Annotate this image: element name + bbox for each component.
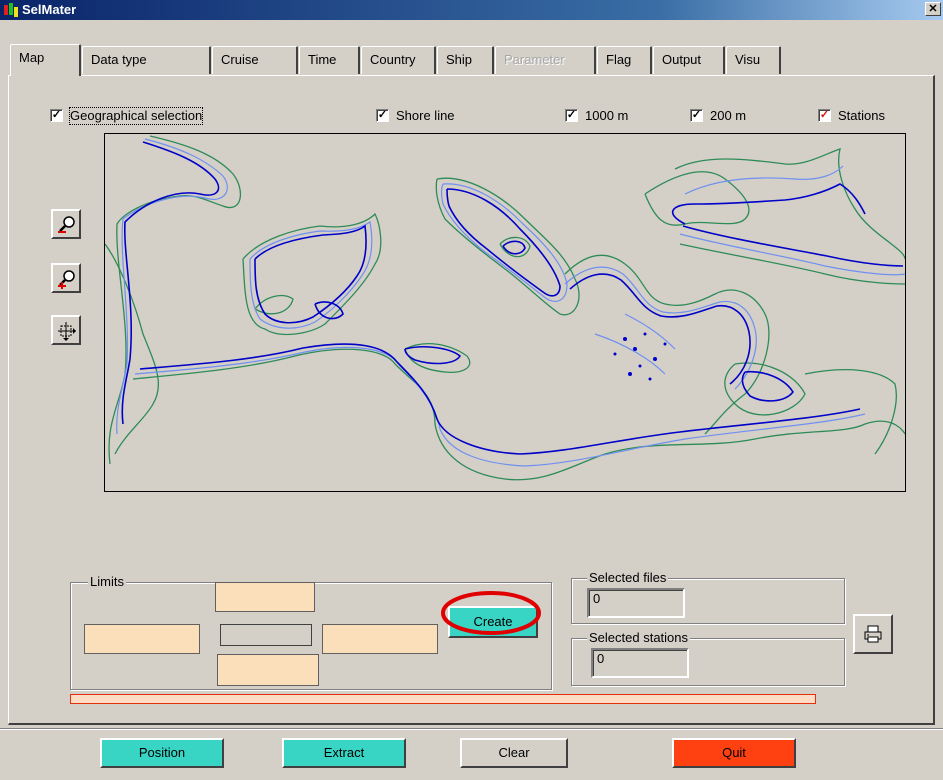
close-button[interactable]: ✕: [925, 2, 941, 16]
selected-stations-title: Selected stations: [587, 630, 691, 645]
progress-bar: [70, 694, 816, 704]
tab-cruise[interactable]: Cruise: [212, 46, 298, 74]
bottom-separator: [0, 728, 943, 730]
quit-button[interactable]: Quit: [672, 738, 796, 768]
checkbox-check-icon: ✓: [565, 109, 578, 122]
tab-parameter[interactable]: Parameter: [495, 46, 596, 74]
north-limit-input[interactable]: [215, 582, 315, 612]
tab-visu[interactable]: Visu: [726, 46, 781, 74]
pan-button[interactable]: [51, 315, 81, 345]
window-title: SelMater: [22, 2, 77, 17]
east-limit-input[interactable]: [322, 624, 438, 654]
zoom-out-icon: [58, 216, 75, 233]
app-icon: [4, 3, 18, 17]
checkbox-check-icon: ✓: [50, 109, 63, 122]
position-button[interactable]: Position: [100, 738, 224, 768]
200m-checkbox[interactable]: ✓ 200 m: [690, 108, 770, 124]
checkbox-check-icon: ✓: [690, 109, 703, 122]
aegean-islands: [613, 332, 667, 381]
print-button[interactable]: [853, 614, 893, 654]
pan-icon: [58, 322, 76, 341]
isobath-200m: [116, 138, 906, 467]
zoom-in-icon: [58, 270, 75, 289]
tab-ship[interactable]: Ship: [437, 46, 494, 74]
geographical-selection-checkbox[interactable]: ✓ Geographical selection: [50, 107, 240, 125]
isobath-1000m: [104, 135, 906, 481]
tab-data-type[interactable]: Data type: [82, 46, 211, 74]
tab-output[interactable]: Output: [653, 46, 725, 74]
selected-stations-count: 0: [591, 648, 689, 678]
tab-map[interactable]: Map: [10, 44, 81, 76]
shore-line-checkbox[interactable]: ✓ Shore line: [376, 108, 486, 124]
south-limit-input[interactable]: [217, 654, 319, 686]
close-icon: ✕: [928, 3, 938, 15]
checkbox-check-icon: ✓: [376, 109, 389, 122]
selected-files-title: Selected files: [587, 570, 669, 585]
limits-title: Limits: [88, 574, 126, 589]
west-limit-input[interactable]: [84, 624, 200, 654]
selmater-window: SelMater ✕ Map Data type Cruise Time Cou…: [0, 0, 943, 780]
1000m-checkbox[interactable]: ✓ 1000 m: [565, 108, 655, 124]
tab-country[interactable]: Country: [361, 46, 436, 74]
printer-icon: [864, 625, 882, 643]
checkbox-check-icon: ✓: [818, 109, 831, 122]
annotation-highlight-circle: [441, 591, 541, 635]
title-bar[interactable]: SelMater ✕: [0, 0, 943, 20]
zoom-out-button[interactable]: [51, 209, 81, 239]
tab-time[interactable]: Time: [299, 46, 360, 74]
stations-checkbox[interactable]: ✓ Stations: [818, 108, 902, 124]
selected-files-count: 0: [587, 588, 685, 618]
tab-flag[interactable]: Flag: [597, 46, 652, 74]
clear-button[interactable]: Clear: [460, 738, 568, 768]
mediterranean-map: [104, 135, 906, 481]
zoom-in-button[interactable]: [51, 263, 81, 293]
extract-button[interactable]: Extract: [282, 738, 406, 768]
limits-preview-box: [220, 624, 312, 646]
map-canvas[interactable]: [104, 133, 906, 492]
